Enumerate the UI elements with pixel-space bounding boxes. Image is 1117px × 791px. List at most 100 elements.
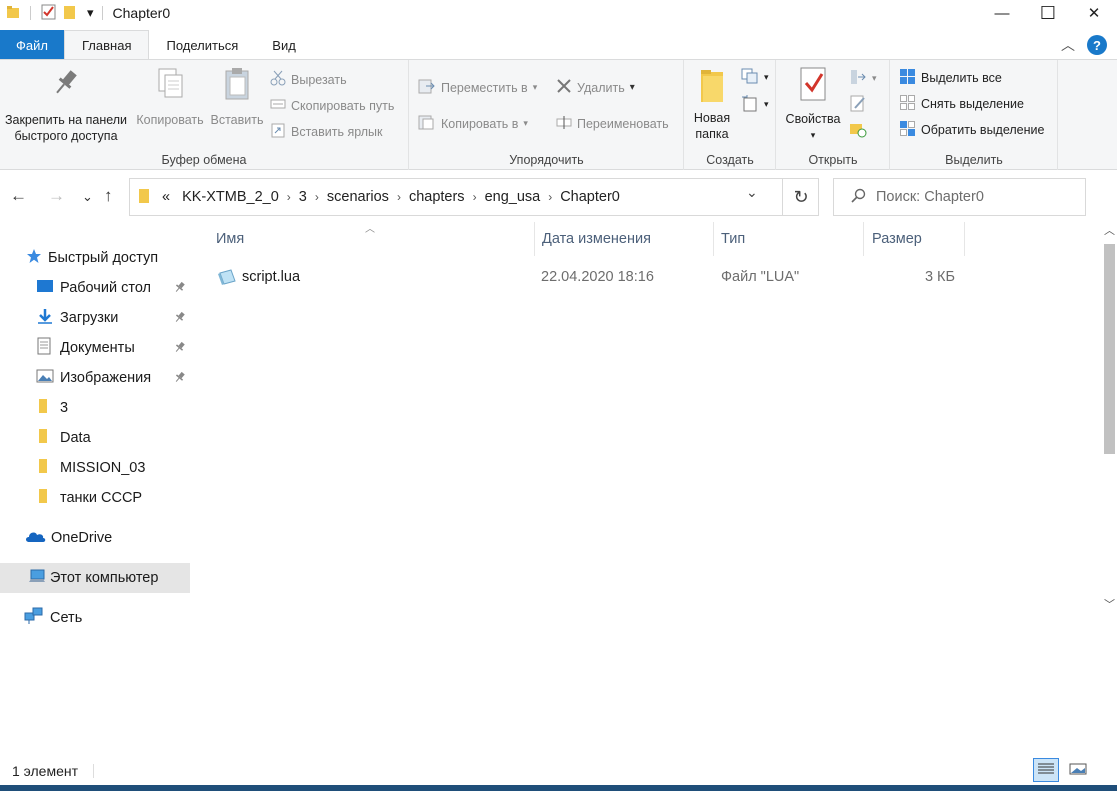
breadcrumb-chapter0[interactable]: Chapter0 bbox=[554, 189, 626, 205]
cloud-icon bbox=[24, 529, 46, 547]
move-to-label: Переместить в bbox=[441, 80, 528, 95]
maximize-button[interactable]: ☐ bbox=[1025, 0, 1071, 26]
new-folder-icon[interactable] bbox=[63, 4, 77, 23]
clipboard-group-label: Буфер обмена bbox=[161, 153, 247, 167]
nav-network[interactable]: Сеть bbox=[0, 603, 190, 633]
breadcrumb-eng-usa[interactable]: eng_usa bbox=[479, 189, 547, 205]
minimize-button[interactable]: — bbox=[979, 0, 1025, 26]
folder-icon bbox=[38, 428, 48, 448]
breadcrumb-overflow[interactable]: « bbox=[156, 189, 176, 205]
nav-folder-data-label: Data bbox=[60, 430, 91, 446]
select-none-button[interactable]: Снять выделение bbox=[899, 94, 1024, 114]
cut-button[interactable]: Вырезать bbox=[270, 70, 347, 89]
address-dropdown-icon[interactable]: ⌄ bbox=[746, 184, 758, 201]
collapse-ribbon-icon[interactable]: ︿ bbox=[1061, 35, 1075, 55]
nav-folder-tanks[interactable]: танки СССР bbox=[0, 483, 190, 513]
properties-button[interactable]: Свойства ▾ bbox=[783, 66, 843, 143]
details-view-button[interactable] bbox=[1033, 758, 1059, 782]
paste-shortcut-button[interactable]: Вставить ярлык bbox=[270, 122, 383, 141]
help-icon[interactable]: ? bbox=[1087, 35, 1107, 55]
breadcrumb-separator[interactable]: › bbox=[285, 190, 293, 204]
nav-pictures-label: Изображения bbox=[60, 370, 152, 386]
tab-home[interactable]: Главная bbox=[64, 30, 150, 60]
nav-folder-3[interactable]: 3 bbox=[0, 393, 190, 423]
new-folder-line1: Новая bbox=[693, 111, 731, 125]
delete-x-icon bbox=[556, 78, 572, 97]
recent-locations-button[interactable]: ⌄ bbox=[82, 189, 93, 205]
vertical-scrollbar[interactable]: ︿ ﹀ bbox=[1101, 222, 1117, 652]
nav-quick-access[interactable]: Быстрый доступ bbox=[0, 243, 190, 273]
tab-view[interactable]: Вид bbox=[255, 30, 313, 60]
history-button[interactable] bbox=[849, 120, 867, 141]
breadcrumb-3[interactable]: 3 bbox=[293, 189, 313, 205]
nav-pictures[interactable]: Изображения bbox=[0, 363, 190, 393]
new-folder-button[interactable]: Новая папка bbox=[687, 66, 737, 142]
select-none-icon bbox=[899, 94, 916, 114]
nav-folder-mission[interactable]: MISSION_03 bbox=[0, 453, 190, 483]
nav-this-pc[interactable]: Этот компьютер bbox=[0, 563, 190, 593]
delete-label: Удалить bbox=[577, 80, 625, 95]
copy-to-button[interactable]: Копировать в ▾ bbox=[418, 114, 528, 133]
pin-quick-access-button[interactable]: Закрепить на панели быстрого доступа bbox=[2, 66, 130, 144]
easy-access-button[interactable]: ▾ bbox=[741, 94, 769, 115]
breadcrumb-separator[interactable]: › bbox=[471, 190, 479, 204]
select-all-button[interactable]: Выделить все bbox=[899, 68, 1002, 88]
tab-share[interactable]: Поделиться bbox=[149, 30, 255, 60]
edit-button[interactable] bbox=[849, 94, 867, 115]
easy-access-dropdown-icon: ▾ bbox=[764, 99, 769, 109]
nav-downloads[interactable]: Загрузки bbox=[0, 303, 190, 333]
forward-button[interactable]: → bbox=[48, 186, 65, 206]
table-row[interactable]: script.lua 22.04.2020 18:16 Файл "LUA" 3… bbox=[211, 262, 971, 292]
nav-folder-3-label: 3 bbox=[60, 400, 69, 416]
breadcrumb-scenarios[interactable]: scenarios bbox=[321, 189, 395, 205]
nav-onedrive[interactable]: OneDrive bbox=[0, 523, 190, 553]
address-bar[interactable]: « KK-XTMB_2_0 › 3 › scenarios › chapters… bbox=[129, 178, 819, 216]
nav-folder-data[interactable]: Data bbox=[0, 423, 190, 453]
network-icon bbox=[24, 607, 44, 629]
qat-dropdown-icon[interactable]: ▾ bbox=[87, 5, 94, 21]
nav-documents[interactable]: Документы bbox=[0, 333, 190, 363]
tab-file[interactable]: Файл bbox=[0, 30, 64, 60]
rename-label: Переименовать bbox=[577, 116, 669, 131]
nav-desktop[interactable]: Рабочий стол bbox=[0, 273, 190, 303]
pin-icon[interactable] bbox=[174, 311, 186, 327]
up-button[interactable]: ↑ bbox=[104, 186, 113, 206]
scroll-thumb[interactable] bbox=[1104, 244, 1115, 454]
back-button[interactable]: ← bbox=[10, 186, 27, 206]
item-count: 1 элемент bbox=[12, 763, 79, 779]
move-to-button[interactable]: Переместить в ▾ bbox=[418, 78, 537, 97]
column-header-type[interactable]: Тип bbox=[713, 222, 864, 256]
pin-icon[interactable] bbox=[174, 371, 186, 387]
details-view-icon bbox=[1037, 762, 1055, 779]
copy-path-button[interactable]: Скопировать путь bbox=[270, 96, 394, 115]
copy-icon bbox=[154, 66, 186, 106]
column-header-size[interactable]: Размер bbox=[864, 222, 965, 256]
rename-button[interactable]: Переименовать bbox=[556, 114, 669, 133]
new-group: Новая папка ▾ ▾ Создать bbox=[685, 60, 776, 170]
open-button[interactable]: ▾ bbox=[849, 68, 877, 89]
scroll-down-icon[interactable]: ﹀ bbox=[1104, 596, 1115, 612]
paste-button[interactable]: Вставить bbox=[208, 66, 266, 128]
large-icons-view-button[interactable] bbox=[1065, 758, 1091, 782]
close-button[interactable]: ✕ bbox=[1071, 0, 1117, 26]
pin-icon[interactable] bbox=[174, 341, 186, 357]
scroll-up-icon[interactable]: ︿ bbox=[1104, 222, 1115, 238]
breadcrumb-separator[interactable]: › bbox=[313, 190, 321, 204]
delete-button[interactable]: Удалить ▾ bbox=[556, 78, 635, 97]
breadcrumb-chapters[interactable]: chapters bbox=[403, 189, 471, 205]
invert-selection-button[interactable]: Обратить выделение bbox=[899, 120, 1044, 140]
breadcrumb-kk-xtmb[interactable]: KK-XTMB_2_0 bbox=[176, 189, 285, 205]
search-box[interactable]: Поиск: Chapter0 bbox=[833, 178, 1086, 216]
column-header-date[interactable]: Дата изменения bbox=[534, 222, 714, 256]
column-header-name[interactable]: Имя bbox=[208, 222, 535, 256]
properties-checkmark-icon[interactable] bbox=[41, 4, 57, 23]
refresh-button[interactable]: ↻ bbox=[782, 178, 819, 216]
large-icons-view-icon bbox=[1069, 762, 1087, 779]
breadcrumb-separator[interactable]: › bbox=[546, 190, 554, 204]
breadcrumb-separator[interactable]: › bbox=[395, 190, 403, 204]
new-item-button[interactable]: ▾ bbox=[741, 68, 769, 87]
edit-pencil-icon bbox=[849, 94, 867, 115]
copy-button[interactable]: Копировать bbox=[133, 66, 207, 128]
select-group-label: Выделить bbox=[945, 153, 1003, 167]
pin-icon[interactable] bbox=[174, 281, 186, 297]
